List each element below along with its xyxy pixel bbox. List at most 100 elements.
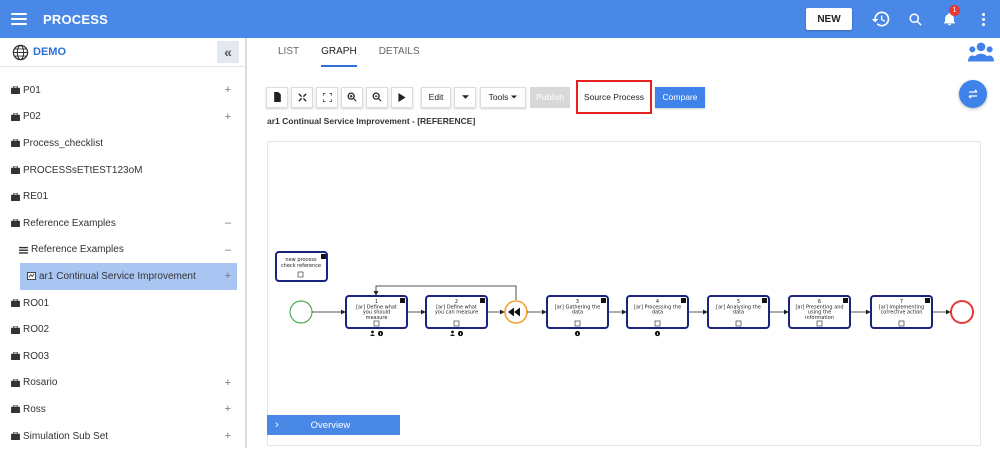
list-icon [19,246,28,254]
briefcase-icon [11,112,20,121]
task-label: corrective action [881,310,923,316]
expand-icon[interactable]: + [225,84,231,96]
sidebar-item-label: Ross [23,403,46,415]
sidebar-item[interactable]: RO02 [0,316,245,343]
sidebar-item-label: Simulation Sub Set [23,430,109,442]
people-icon[interactable] [968,40,994,64]
overview-panel-toggle[interactable]: › Overview [267,415,400,435]
task-node[interactable]: 3[ar] Gathering thedata [546,295,609,329]
sidebar-item[interactable]: Simulation Sub Set + [0,423,245,448]
edit-button[interactable]: Edit [421,86,451,108]
collapse-icon[interactable]: – [225,217,231,229]
sidebar-item[interactable]: ar1 Continual Service Improvement + [20,263,237,290]
tab-details[interactable]: DETAILS [379,46,420,67]
sidebar-item[interactable]: Reference Examples – [0,210,245,237]
expand-icon[interactable]: + [225,403,231,415]
process-icon [27,272,36,281]
collapse-sidebar-button[interactable]: « [217,41,239,63]
edit-dropdown-button[interactable] [454,86,476,108]
search-icon[interactable] [898,0,932,38]
expand-icon[interactable]: + [225,377,231,389]
play-icon[interactable] [391,86,413,108]
process-diagram[interactable]: new process check reference 1[ar] Define… [268,142,982,447]
sidebar-item[interactable]: Process_checklist [0,130,245,157]
task-node[interactable]: 7[ar] Implementingcorrective action [870,295,933,329]
tools-button[interactable]: Tools [480,86,526,108]
task-label: data [572,310,583,316]
zoom-in-icon[interactable] [341,86,363,108]
expand-icon[interactable]: + [225,111,231,123]
publish-button[interactable]: Publish [530,86,570,108]
globe-icon [12,44,29,60]
briefcase-icon [11,86,20,95]
history-icon[interactable] [864,0,898,38]
zoom-out-icon[interactable] [366,86,388,108]
graph-canvas[interactable]: new process check reference 1 [ar] Define… [267,141,981,446]
info-icon[interactable] [574,330,581,337]
shrink-icon[interactable] [291,86,313,108]
collapse-icon[interactable]: – [225,244,231,256]
chevron-right-icon: › [275,419,279,431]
sidebar-item[interactable]: RE01 [0,183,245,210]
info-icon[interactable] [654,330,661,337]
sidebar: DEMO « P01 + P02 + Process_checklist PROCESSs… [0,38,247,448]
process-tree: P01 + P02 + Process_checklist PROCESSsETtEST1… [0,67,245,448]
sidebar-item-label: RE01 [23,191,49,203]
expand-icon[interactable]: + [225,270,231,282]
briefcase-icon [11,166,20,175]
compare-button[interactable]: Compare [655,86,705,108]
briefcase-icon [11,299,20,308]
swap-fab-button[interactable] [959,80,987,108]
process-title: ar1 Continual Service Improvement - [REF… [267,116,476,126]
briefcase-icon [11,192,20,201]
sidebar-item[interactable]: Rosario + [0,370,245,397]
tab-list[interactable]: LIST [278,46,299,67]
end-event[interactable] [950,300,974,324]
task-node[interactable]: 5[ar] Analysing thedata [707,295,770,329]
sidebar-item-label: RO02 [23,324,50,336]
sidebar-item[interactable]: P01 + [0,77,245,104]
person-icon[interactable] [370,330,375,336]
workspace-name: DEMO [33,46,66,58]
tab-graph[interactable]: GRAPH [321,46,357,67]
sidebar-item-label: Reference Examples [31,244,124,256]
start-event[interactable] [289,300,313,324]
sidebar-item-label: P01 [23,84,41,96]
sidebar-item[interactable]: RO03 [0,343,245,370]
task-node[interactable]: 6[ar] Presenting andusing theinformation [788,295,851,329]
sidebar-item-label: Process_checklist [23,137,104,149]
overview-label: Overview [310,419,351,431]
info-icon[interactable] [377,330,384,337]
person-icon[interactable] [450,330,455,336]
task-label: data [733,310,744,316]
sidebar-item-label: P02 [23,111,41,123]
sidebar-item[interactable]: PROCESSsETtEST123oM [0,157,245,184]
note-task[interactable]: new process check reference [275,251,328,282]
task-label: you can measure [435,310,478,316]
sidebar-item-label: ar1 Continual Service Improvement [39,270,196,282]
task-node[interactable]: 1[ar] Define whatyou shouldmeasure [345,295,408,329]
notifications-icon[interactable]: 1 [932,0,966,38]
sidebar-item[interactable]: Reference Examples – [0,237,245,264]
new-button[interactable]: NEW [806,8,852,30]
sidebar-item-label: RO01 [23,297,50,309]
graph-toolbar: Edit Tools Publish Source Process Compar… [266,80,705,114]
sidebar-item[interactable]: P02 + [0,104,245,131]
sidebar-item[interactable]: RO01 [0,290,245,317]
sidebar-item-label: PROCESSsETtEST123oM [23,164,143,176]
briefcase-icon [11,432,20,441]
fullscreen-icon[interactable] [316,86,338,108]
briefcase-icon [11,405,20,414]
info-icon[interactable] [457,330,464,337]
source-process-button[interactable]: Source Process [576,80,652,114]
task-node[interactable]: 4[ar] Processing thedata [626,295,689,329]
briefcase-icon [11,325,20,334]
file-icon[interactable] [266,86,288,108]
tools-label: Tools [488,92,509,102]
task-node[interactable]: 2[ar] Define whatyou can measure [425,295,488,329]
gateway[interactable] [504,300,528,324]
expand-icon[interactable]: + [225,430,231,442]
more-vert-icon[interactable] [966,0,1000,38]
menu-icon[interactable] [11,13,27,25]
sidebar-item[interactable]: Ross + [0,396,245,423]
